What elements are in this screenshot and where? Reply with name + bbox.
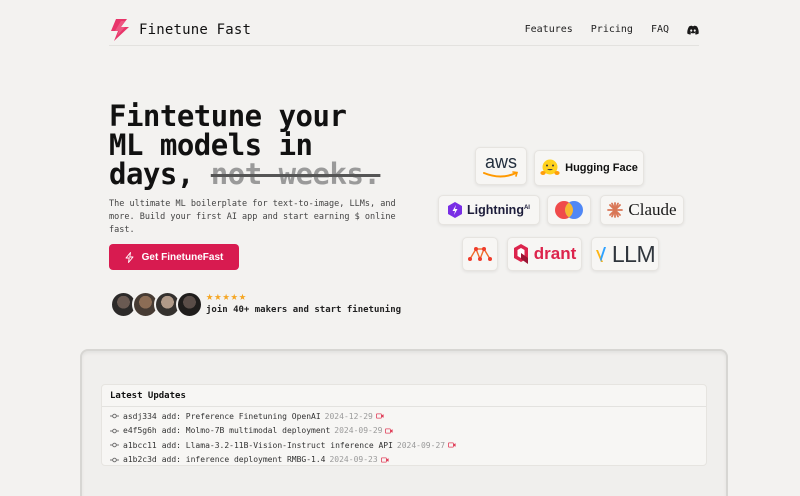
hugging-face-emoji-icon [540,159,560,175]
commit-date: 2024-09-27 [396,440,446,450]
color-circles-logo-card [547,195,591,225]
qdrant-logo-text: drant [533,244,577,263]
hero-title-line-3: days, [109,157,194,191]
commit-message: add: Preference Finetuning OpenAI [161,411,321,421]
get-finetunefast-button[interactable]: Get FinetuneFast [109,244,239,270]
commit-message: add: Molmo-7B multimodal deployment [161,426,331,436]
git-commit-icon [110,443,119,448]
update-row[interactable]: a1bcc11 add: Llama-3.2-11B-Vision-Instru… [110,438,456,453]
video-camera-icon [380,457,389,463]
site-header: Finetune Fast Features Pricing FAQ [109,14,699,46]
update-row[interactable]: asdj334 add: Preference Finetuning OpenA… [110,409,456,424]
lightning-ai-logo-card: LightningAI [438,195,540,225]
commit-date: 2024-09-29 [334,426,383,436]
cta-label: Get FinetuneFast [141,251,224,263]
nav-pricing[interactable]: Pricing [591,24,633,35]
update-row[interactable]: a1b2c3d add: inference deployment RMBG-1… [110,453,456,468]
nav-features[interactable]: Features [525,24,573,35]
lightning-bolt-logo-icon [111,18,129,41]
git-commit-icon [110,414,119,419]
update-list: asdj334 add: Preference Finetuning OpenA… [110,409,456,467]
hugging-face-logo-card: Hugging Face [534,150,644,186]
claude-sunburst-icon [607,202,624,218]
latest-updates-card: Latest Updates asdj334 add: Preference F… [101,384,707,466]
hero-title: Fintetune your ML models in days, not we… [109,102,409,189]
qdrant-logo-card: drant [507,237,582,271]
social-proof-text: join 40+ makers and start finetuning [206,305,402,315]
qdrant-hexagon-icon [513,244,528,264]
vllm-logo-text: LLM [611,240,656,267]
commit-message: add: Llama-3.2-11B-Vision-Instruct infer… [161,440,393,450]
update-row[interactable]: e4f5g6h add: Molmo-7B multimodal deploym… [110,424,456,439]
commit-hash: asdj334 [123,411,157,421]
network-logo-card [462,237,498,271]
lightning-ai-icon [448,202,463,218]
claude-logo-text: Claude [628,200,677,219]
hero-subtitle: The ultimate ML boilerplate for text-to-… [109,199,396,235]
vllm-logo-card: LLM [591,237,659,271]
video-camera-icon [385,428,394,434]
latest-updates-title: Latest Updates [110,391,186,401]
commit-hash: a1bcc11 [123,440,157,450]
commit-date: 2024-12-29 [324,411,373,421]
nav-faq[interactable]: FAQ [651,24,669,35]
aws-logo-text: aws [484,152,517,172]
aws-logo-card: aws [475,147,527,185]
hero-title-strikethrough: not weeks. [210,157,381,191]
divider [102,406,706,407]
hugging-face-logo-text: Hugging Face [565,162,638,174]
claude-logo-card: Claude [600,195,684,225]
git-commit-icon [110,428,119,433]
aws-smile-icon [483,171,519,178]
commit-date: 2024-09-23 [329,455,378,465]
lightning-ai-logo-text: LightningAI [467,203,530,217]
video-camera-icon [375,413,384,419]
overlapping-circles-logo-icon [555,201,583,219]
network-nodes-logo-icon [468,247,492,261]
brand[interactable]: Finetune Fast [109,18,251,42]
commit-hash: a1b2c3d [123,455,157,465]
commit-hash: e4f5g6h [123,426,157,436]
commit-message: add: inference deployment RMBG-1.4 [161,455,326,465]
video-camera-icon [448,442,456,448]
discord-icon[interactable] [687,25,699,35]
vllm-v-icon [595,247,606,262]
avatar [176,291,203,318]
lightning-bolt-icon [125,251,134,263]
git-commit-icon [110,457,119,462]
maker-avatars [110,291,203,319]
five-star-rating-icon: ★★★★★ [206,289,248,303]
main-nav: Features Pricing FAQ [525,24,699,35]
brand-name: Finetune Fast [139,21,252,38]
